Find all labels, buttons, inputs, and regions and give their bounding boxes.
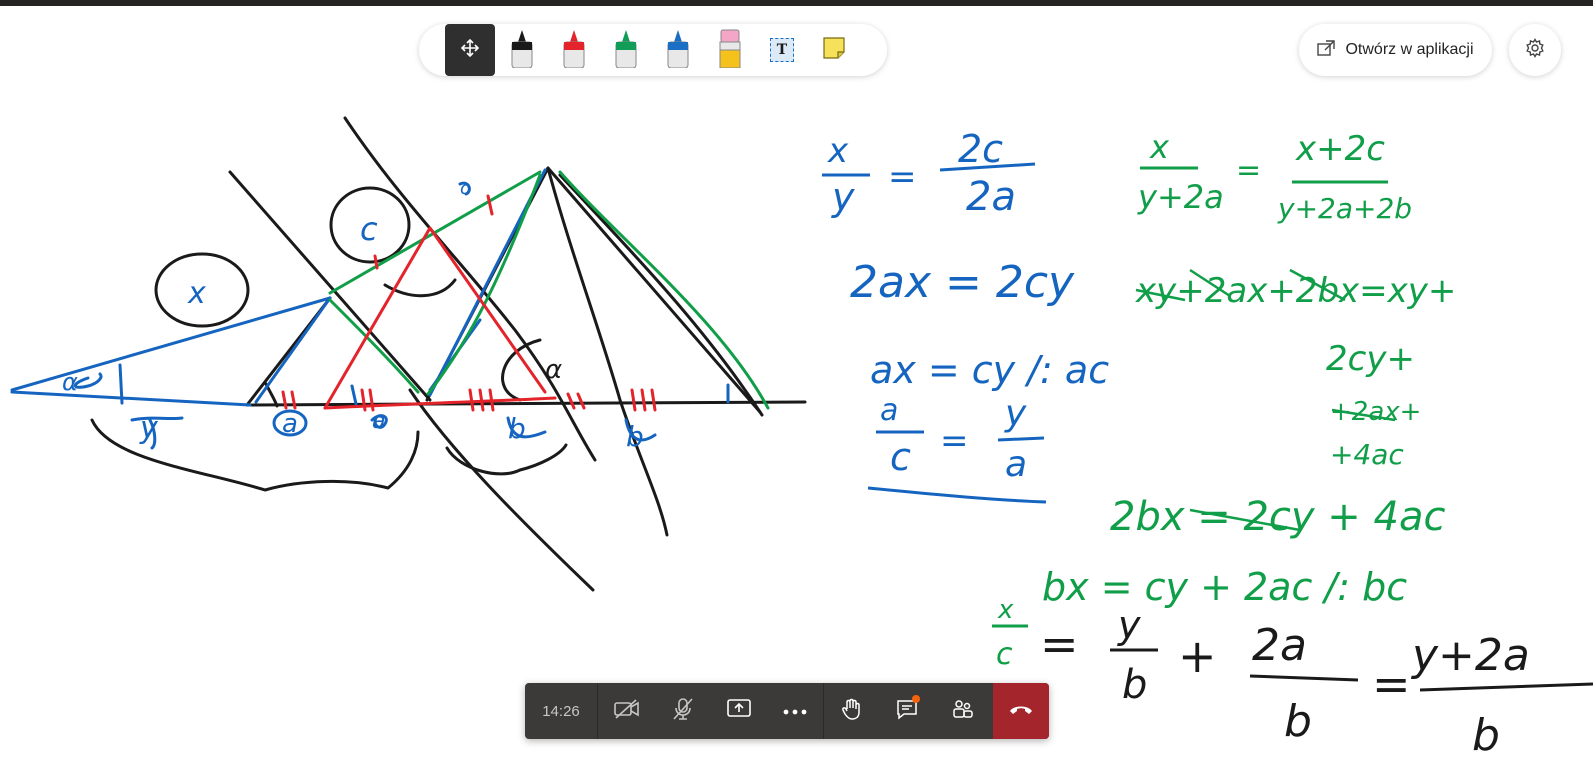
move-icon [460, 38, 480, 62]
svg-text:y: y [831, 175, 855, 219]
black-ink-strokes [90, 116, 807, 592]
drawing-toolbox: T [419, 24, 887, 76]
pen-icon [562, 28, 586, 73]
text-icon: T [770, 38, 794, 62]
green-equations: x y+2a = x+2c y+2a+2b xy+2ax+2bx=xy+ 2cy… [992, 128, 1456, 672]
pen-black-button[interactable] [497, 24, 547, 76]
svg-text:b: b [1122, 662, 1147, 708]
label-c-circle: c [360, 210, 378, 248]
svg-text:+: + [1178, 629, 1217, 683]
pen-blue-button[interactable] [653, 24, 703, 76]
more-icon [783, 702, 807, 720]
camera-toggle-button[interactable] [599, 683, 655, 739]
whiteboard-canvas[interactable]: x c y a a b b c α α x y = 2c 2a 2ax = 2c… [0, 6, 1593, 777]
svg-text:bx = cy + 2ac /: bc: bx = cy + 2ac /: bc [1042, 565, 1407, 609]
hang-up-button[interactable] [993, 683, 1049, 739]
svg-text:2cy+: 2cy+ [1326, 339, 1415, 379]
pen-icon [614, 28, 638, 73]
black-equation: = y b + 2a b = y+2a b [1040, 603, 1593, 761]
participants-icon [952, 698, 974, 725]
label-alpha: α [62, 368, 78, 396]
call-controls-bar: 14:26 [525, 683, 1049, 739]
text-tool-button[interactable]: T [757, 24, 807, 76]
call-timer: 14:26 [525, 683, 598, 739]
pen-icon [510, 28, 534, 73]
svg-text:=: = [1372, 657, 1411, 711]
hang-up-icon [1008, 702, 1034, 720]
highlighter-icon [718, 28, 742, 73]
svg-text:b: b [1284, 696, 1312, 747]
participants-button[interactable] [935, 683, 991, 739]
pen-red-button[interactable] [549, 24, 599, 76]
open-in-app-button[interactable]: Otwórz w aplikacji [1299, 24, 1492, 76]
svg-text:c: c [996, 637, 1013, 672]
share-content-button[interactable] [711, 683, 767, 739]
label-x-circle: x [187, 276, 206, 311]
svg-text:y: y [1004, 393, 1027, 434]
label-y: y [139, 411, 159, 446]
highlighter-button[interactable] [705, 24, 755, 76]
svg-text:a: a [1005, 444, 1027, 485]
svg-text:x+2c: x+2c [1295, 129, 1385, 169]
label-b1: b [508, 412, 526, 445]
open-in-app-label: Otwórz w aplikacji [1345, 41, 1474, 58]
open-external-icon [1317, 39, 1336, 61]
svg-text:x: x [827, 131, 849, 171]
move-tool-button[interactable] [445, 24, 495, 76]
chat-button[interactable] [879, 683, 935, 739]
share-screen-icon [727, 698, 751, 725]
svg-text:2ax = 2cy: 2ax = 2cy [850, 257, 1075, 308]
svg-text:b: b [1472, 710, 1500, 761]
gear-icon [1525, 37, 1545, 63]
svg-text:2a: 2a [1252, 620, 1307, 671]
label-a1: a [282, 409, 298, 439]
svg-text:ax = cy /: ac: ax = cy /: ac [870, 348, 1109, 392]
label-alpha2: α [545, 355, 562, 385]
svg-text:y+2a+2b: y+2a+2b [1277, 192, 1412, 225]
sticky-note-button[interactable] [809, 24, 859, 76]
pen-green-button[interactable] [601, 24, 651, 76]
sticky-note-icon [822, 36, 846, 65]
svg-text:y+2a: y+2a [1137, 178, 1224, 216]
svg-text:2bx = 2cy + 4ac: 2bx = 2cy + 4ac [1110, 494, 1445, 540]
svg-text:x: x [997, 595, 1014, 625]
svg-text:y: y [1117, 603, 1141, 647]
camera-off-icon [614, 698, 640, 724]
svg-text:=: = [888, 157, 917, 197]
mic-off-icon [672, 697, 694, 726]
svg-text:y+2a: y+2a [1410, 630, 1530, 681]
svg-text:2c: 2c [958, 127, 1003, 171]
pen-icon [666, 28, 690, 73]
svg-text:=: = [940, 421, 969, 461]
svg-text:c: c [890, 435, 911, 479]
svg-text:x: x [1149, 128, 1170, 166]
more-actions-button[interactable] [767, 683, 823, 739]
label-c-small: c [460, 178, 470, 199]
svg-text:+4ac: +4ac [1330, 438, 1404, 471]
settings-button[interactable] [1509, 24, 1561, 76]
blue-equations: x y = 2c 2a 2ax = 2cy ax = cy /: ac a c … [822, 127, 1109, 504]
svg-text:a: a [880, 393, 898, 428]
raise-hand-icon [841, 697, 863, 726]
text-tool-label: T [776, 42, 788, 58]
chat-notification-badge [912, 694, 920, 703]
raise-hand-button[interactable] [823, 683, 880, 739]
label-a2: a [372, 409, 385, 434]
label-b2: b [626, 420, 644, 453]
svg-text:=: = [1040, 617, 1079, 671]
svg-text:xy+2ax+2bx=xy+: xy+2ax+2bx=xy+ [1135, 271, 1456, 311]
chat-icon [896, 694, 920, 725]
svg-text:=: = [1236, 153, 1261, 188]
svg-text:2a: 2a [966, 174, 1016, 220]
microphone-toggle-button[interactable] [655, 683, 711, 739]
